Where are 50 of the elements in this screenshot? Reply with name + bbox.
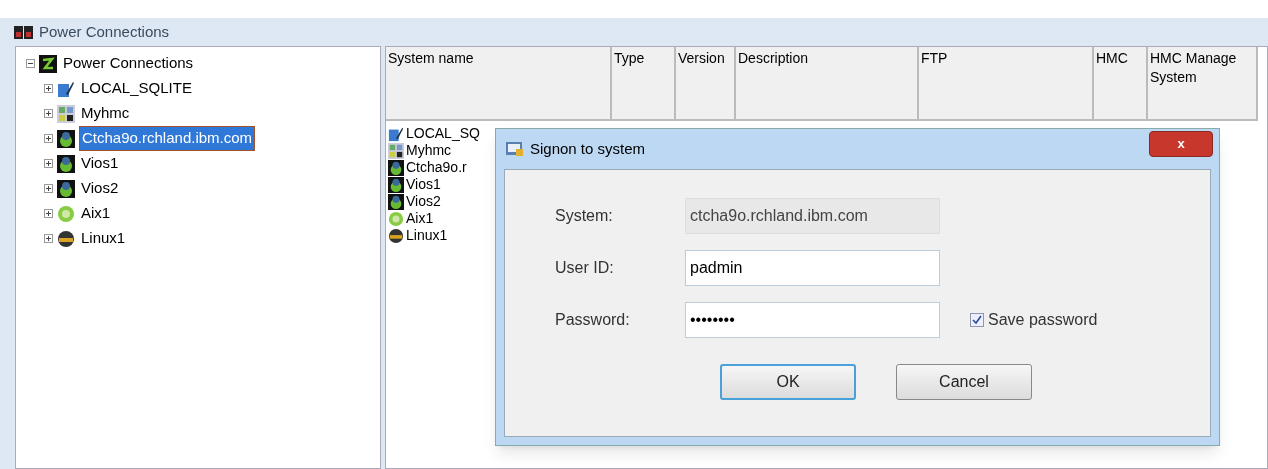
dialog-button[interactable]: OK — [720, 364, 856, 400]
field-label: System: — [554, 206, 614, 226]
column-header[interactable]: HMC Manage System — [1148, 47, 1258, 121]
dialog-icon — [506, 141, 524, 157]
column-header[interactable]: Description — [736, 47, 919, 121]
expander-icon[interactable] — [44, 84, 53, 93]
column-header[interactable]: System name — [386, 47, 612, 121]
table-cell-text: Vios2 — [406, 192, 441, 211]
table-cell-text: Vios1 — [406, 175, 441, 194]
quill-icon — [388, 125, 404, 142]
tree-item[interactable]: Linux1 — [79, 227, 128, 250]
expander-icon[interactable] — [44, 234, 53, 243]
disc-icon — [388, 227, 404, 244]
table-cell-text: Linux1 — [406, 226, 448, 245]
expander-icon[interactable] — [26, 59, 35, 68]
grid-icon — [388, 142, 404, 159]
close-button[interactable]: x — [1149, 131, 1213, 157]
disc-icon — [57, 229, 75, 248]
dialog-title: Signon to system — [530, 138, 646, 159]
tree-item[interactable]: Vios1 — [79, 152, 121, 175]
app-icon — [14, 24, 34, 40]
grid-icon — [57, 104, 75, 123]
tree-item[interactable]: Myhmc — [79, 102, 132, 125]
column-header[interactable]: HMC — [1094, 47, 1148, 121]
tree-item[interactable]: Aix1 — [79, 202, 113, 225]
expander-icon[interactable] — [44, 159, 53, 168]
table-cell-text: Myhmc — [406, 141, 452, 160]
field-label: User ID: — [554, 258, 615, 278]
dialog-button[interactable]: Cancel — [896, 364, 1032, 400]
checkbox-label: Save password — [988, 310, 1098, 330]
tree-item[interactable]: Vios2 — [79, 177, 121, 200]
column-header[interactable]: Type — [612, 47, 676, 121]
table-cell-text: Ctcha9o.r — [406, 158, 467, 177]
table-cell-text: Aix1 — [406, 209, 434, 228]
expander-icon[interactable] — [44, 209, 53, 218]
expander-icon[interactable] — [44, 134, 53, 143]
column-header[interactable]: Version — [676, 47, 736, 121]
expander-icon[interactable] — [44, 109, 53, 118]
expander-icon[interactable] — [44, 184, 53, 193]
tree-item[interactable]: Ctcha9o.rchland.ibm.com — [79, 126, 256, 151]
column-header[interactable]: FTP — [919, 47, 1094, 121]
input-field[interactable]: •••••••• — [685, 302, 940, 338]
checkbox[interactable] — [970, 313, 984, 327]
quill-icon — [57, 79, 75, 98]
input-field[interactable]: padmin — [685, 250, 940, 286]
table-cell-text: LOCAL_SQ — [406, 124, 480, 143]
field-label: Password: — [554, 310, 631, 330]
tree-item[interactable]: Power Connections — [61, 52, 196, 75]
window-title: Power Connections — [39, 21, 170, 42]
tree-item[interactable]: LOCAL_SQLITE — [79, 77, 194, 100]
